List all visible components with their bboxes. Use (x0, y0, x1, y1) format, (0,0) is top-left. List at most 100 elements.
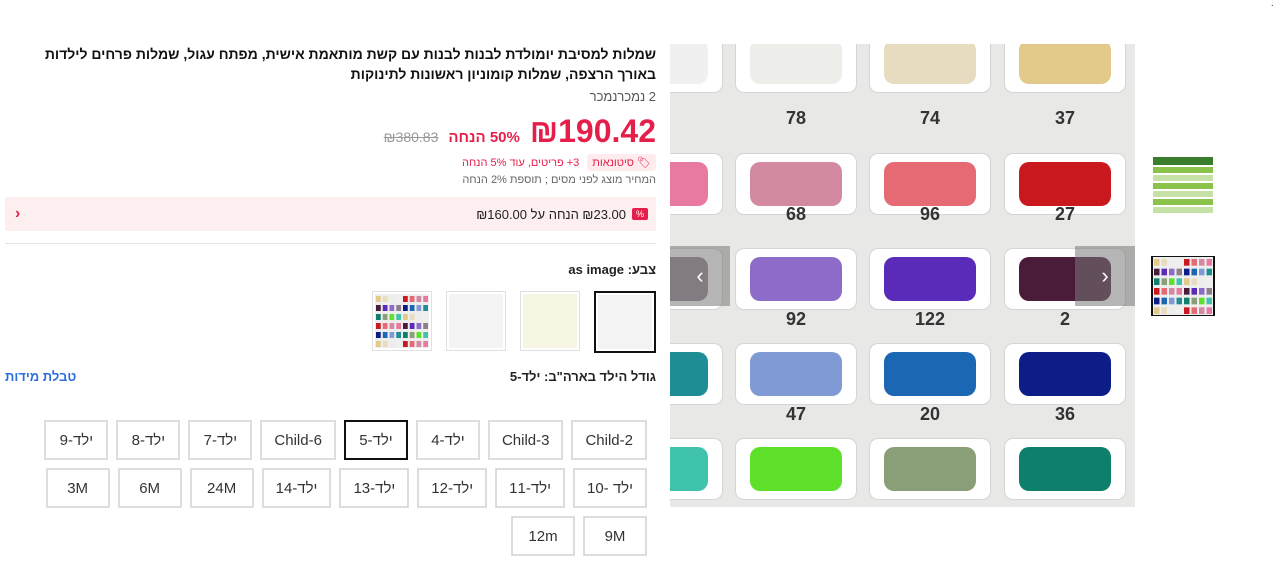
product-page: { "product": { "title": "שמלות למסיבת יו… (0, 0, 1280, 564)
color-number: 68 (785, 204, 807, 224)
fabric-swatch (670, 44, 722, 92)
size-option[interactable]: ילד-14 (261, 468, 332, 508)
fabric-color (750, 447, 842, 491)
color-swatches (5, 291, 656, 353)
fabric-color (670, 44, 708, 84)
fabric-color (750, 44, 842, 84)
thumbnail-size-chart[interactable] (1151, 156, 1215, 216)
size-option[interactable]: ילד -10 (572, 468, 647, 508)
coupon-icon: % (632, 208, 648, 220)
size-option[interactable]: Child-3 (487, 420, 564, 460)
fabric-color (750, 352, 842, 396)
fabric-color (750, 162, 842, 206)
color-chart-thumbnail (1153, 257, 1213, 315)
fabric-swatch (1005, 344, 1125, 404)
size-option[interactable]: ילד-4 (415, 420, 480, 460)
fabric-swatch (736, 249, 856, 309)
fabric-swatch (670, 344, 722, 404)
wholesale-row: 🏷 סיטונאות 3+ פריטים, עוד 5% הנחה (5, 154, 656, 171)
swatch-fill (523, 294, 577, 348)
fabric-color (1019, 447, 1111, 491)
fabric-swatch (736, 344, 856, 404)
product-title: שמלות למסיבת יומולדת לבנות לבנות עם קשת … (44, 46, 656, 82)
discount-label: 50% הנחה (448, 129, 520, 146)
swatch-fill (598, 295, 652, 349)
size-option[interactable]: 6M (117, 468, 182, 508)
chevron-right-icon[interactable]: › (1075, 246, 1135, 306)
thumbnail-list (1151, 156, 1215, 356)
color-number: 2 (1059, 309, 1070, 329)
size-option[interactable]: 9M (583, 516, 647, 556)
wholesale-badge: 🏷 סיטונאות (587, 154, 656, 171)
swatch-3[interactable] (446, 291, 506, 351)
product-image[interactable]: 37 74 78 27 96 68 2 122 92 36 20 47 ‹ › (670, 44, 1135, 507)
fabric-color (1019, 162, 1111, 206)
size-table-link[interactable]: טבלת מידות (5, 369, 76, 384)
color-number: 20 (919, 404, 941, 424)
fabric-swatch (1005, 44, 1125, 92)
wholesale-text: 3+ פריטים, עוד 5% הנחה (461, 156, 580, 169)
coupon-content: % ₪23.00 הנחה על ₪160.00 (476, 207, 648, 222)
size-option[interactable]: 12m (511, 516, 575, 556)
fabric-swatch (870, 344, 990, 404)
color-number: 122 (914, 309, 946, 329)
old-price: ₪380.83 (383, 129, 439, 145)
size-chart-thumbnail (1153, 157, 1213, 215)
color-number: 74 (919, 108, 941, 128)
size-option[interactable]: ילד-9 (44, 420, 109, 460)
tag-icon: 🏷 (637, 157, 651, 169)
tax-note: המחיר מוצג לפני מסים ; תוספת 2% הנחה (462, 174, 656, 186)
swatch-fill (449, 294, 503, 348)
size-option[interactable]: ילד-12 (417, 468, 488, 508)
color-number: 36 (1054, 404, 1076, 424)
size-option[interactable]: 3M (45, 468, 110, 508)
fabric-swatch (870, 249, 990, 309)
color-number: 78 (785, 108, 807, 128)
swatch-chart-image (375, 294, 429, 348)
fabric-swatch (670, 154, 722, 214)
corner-mark: · (1270, 0, 1274, 11)
color-number: 96 (919, 204, 941, 224)
color-number: 27 (1054, 204, 1076, 224)
fabric-color (884, 44, 976, 84)
size-option[interactable]: ילד-11 (495, 468, 565, 508)
fabric-swatch (870, 439, 990, 499)
size-option[interactable]: Child-6 (260, 420, 336, 460)
divider (5, 243, 656, 244)
chevron-left-icon[interactable]: ‹ (15, 205, 20, 223)
swatch-2[interactable] (520, 291, 580, 351)
size-option[interactable]: ילד-5 (343, 420, 408, 460)
fabric-swatch (870, 44, 990, 92)
color-number: 37 (1054, 108, 1076, 128)
swatch-4[interactable] (372, 291, 432, 351)
fabric-color (750, 257, 842, 301)
chevron-left-icon[interactable]: ‹ (670, 246, 730, 306)
coupon-text: ₪23.00 הנחה על ₪160.00 (476, 206, 626, 222)
color-number: 47 (785, 404, 807, 424)
sold-count: 2 נמכרנמכר (589, 89, 656, 104)
product-info: שמלות למסיבת יומולדת לבנות לבנות עם קשת … (5, 44, 656, 384)
color-label: צבע: as image (568, 262, 656, 277)
size-option[interactable]: 24M (189, 468, 254, 508)
wholesale-badge-label: סיטונאות (592, 156, 635, 169)
fabric-swatch (736, 44, 856, 92)
fabric-color (670, 162, 708, 206)
fabric-swatch (1005, 439, 1125, 499)
size-option[interactable]: Child-2 (571, 420, 647, 460)
price-row: ₪190.42 50% הנחה ₪380.83 (5, 112, 656, 150)
coupon-banner[interactable]: % ₪23.00 הנחה על ₪160.00 ‹ (5, 197, 656, 231)
fabric-swatch (670, 439, 722, 499)
fabric-color (884, 257, 976, 301)
size-option[interactable]: ילד-13 (339, 468, 410, 508)
fabric-color (1019, 44, 1111, 84)
fabric-color (884, 162, 976, 206)
thumbnail-color-chart[interactable] (1151, 256, 1215, 316)
swatch-1[interactable] (594, 291, 656, 353)
fabric-color (1019, 352, 1111, 396)
size-option[interactable]: ילד-7 (188, 420, 253, 460)
size-label: גודל הילד בארה"ב: ילד-5 (509, 369, 656, 384)
fabric-swatch (736, 439, 856, 499)
fabric-color (884, 352, 976, 396)
size-header: גודל הילד בארה"ב: ילד-5 טבלת מידות (5, 369, 656, 384)
size-option[interactable]: ילד-8 (116, 420, 181, 460)
